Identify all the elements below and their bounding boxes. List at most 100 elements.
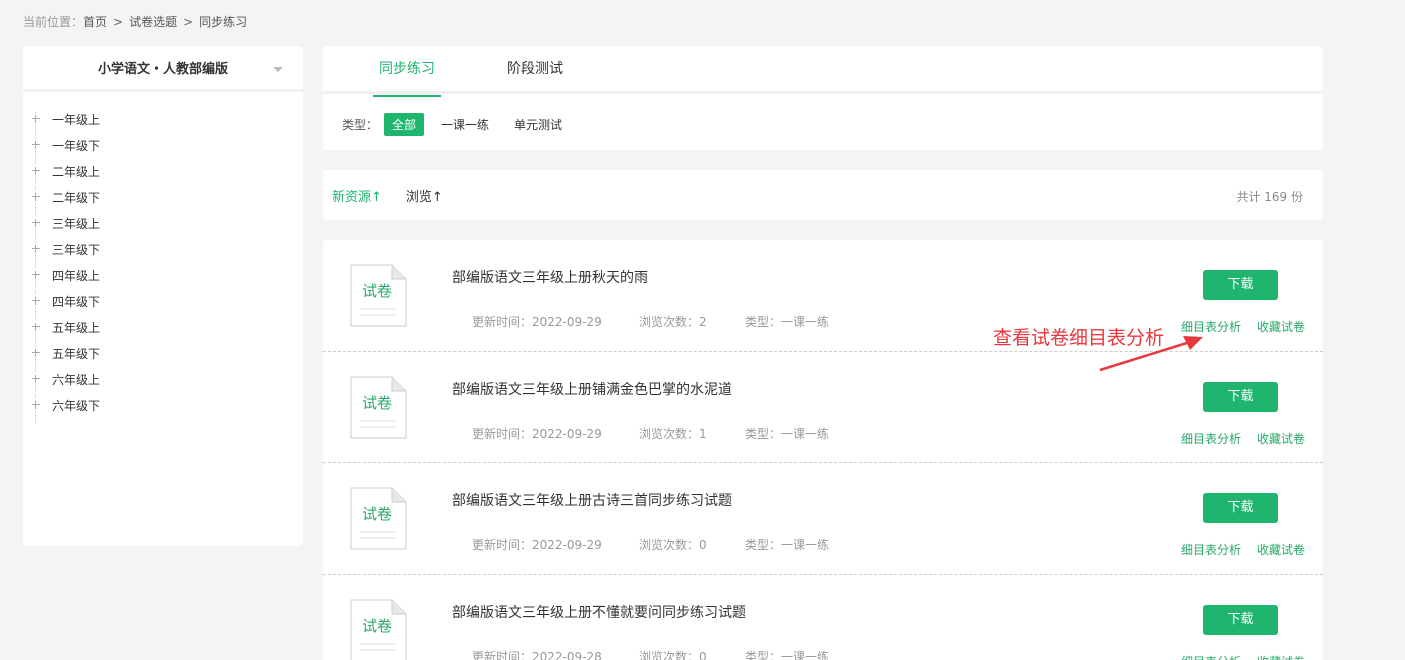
filter-label: 类型： bbox=[342, 118, 379, 132]
annotation-arrow-icon bbox=[1099, 336, 1203, 372]
paper-title-link[interactable]: 部编版语文三年级上册铺满金色巴掌的水泥道 bbox=[452, 379, 732, 399]
grade-label: 四年级上 bbox=[52, 268, 101, 283]
expand-plus-icon[interactable] bbox=[30, 243, 42, 255]
filter-lesson-practice[interactable]: 一课一练 bbox=[433, 113, 497, 136]
download-button[interactable]: 下载 bbox=[1203, 604, 1278, 635]
tab-stage-test[interactable]: 阶段测试 bbox=[501, 46, 569, 94]
grade-label: 二年级上 bbox=[52, 164, 101, 179]
favorite-link[interactable]: 收藏试卷 bbox=[1257, 653, 1305, 660]
grade-label: 三年级上 bbox=[52, 216, 101, 231]
tab-bar: 同步练习 阶段测试 bbox=[323, 46, 1323, 97]
expand-plus-icon[interactable] bbox=[30, 217, 42, 229]
breadcrumb-separator: > bbox=[183, 15, 194, 29]
expand-plus-icon[interactable] bbox=[30, 321, 42, 333]
document-icon: 试卷 bbox=[350, 487, 407, 550]
document-icon-label: 试卷 bbox=[361, 616, 392, 635]
view-count: 浏览次数：2 bbox=[639, 315, 707, 329]
paper-type: 类型：一课一练 bbox=[745, 315, 830, 329]
expand-plus-icon[interactable] bbox=[30, 295, 42, 307]
breadcrumb-separator: > bbox=[113, 15, 124, 29]
grade-label: 四年级下 bbox=[52, 294, 101, 309]
expand-plus-icon[interactable] bbox=[30, 191, 42, 203]
document-icon-label: 试卷 bbox=[361, 393, 392, 412]
list-item: 试卷 部编版语文三年级上册不懂就要问同步练习试题更新时间：2022-09-28 浏览… bbox=[323, 575, 1323, 660]
grade-item[interactable]: 六年级上 bbox=[23, 366, 303, 392]
total-count: 共计 169 份 bbox=[1236, 190, 1303, 204]
updated-time: 更新时间：2022-09-28 bbox=[472, 649, 602, 660]
grade-item[interactable]: 一年级上 bbox=[23, 106, 303, 132]
expand-plus-icon[interactable] bbox=[30, 139, 42, 151]
expand-plus-icon[interactable] bbox=[30, 373, 42, 385]
subject-selector[interactable]: 小学语文・人教部编版 bbox=[23, 46, 303, 92]
expand-plus-icon[interactable] bbox=[30, 269, 42, 281]
download-button[interactable]: 下载 bbox=[1203, 381, 1278, 412]
download-button[interactable]: 下载 bbox=[1203, 270, 1278, 300]
breadcrumb-label: 当前位置： bbox=[23, 15, 84, 29]
grade-label: 一年级下 bbox=[52, 138, 101, 153]
document-icon: 试卷 bbox=[350, 264, 407, 327]
sort-browse-button[interactable]: 浏览↑ bbox=[406, 186, 443, 205]
paper-list: 试卷 部编版语文三年级上册秋天的雨更新时间：2022-09-29 浏览次数：2 类型：… bbox=[323, 240, 1323, 660]
analysis-link[interactable]: 细目表分析 bbox=[1181, 653, 1241, 660]
breadcrumb-exam-link[interactable]: 试卷选题 bbox=[129, 15, 177, 29]
grade-label: 五年级上 bbox=[52, 320, 101, 335]
view-count: 浏览次数：1 bbox=[639, 426, 707, 441]
grade-label: 三年级下 bbox=[52, 242, 101, 257]
paper-type: 类型：一课一练 bbox=[745, 538, 830, 552]
paper-title-link[interactable]: 部编版语文三年级上册古诗三首同步练习试题 bbox=[452, 490, 732, 510]
sort-new-button[interactable]: 新资源↑ bbox=[332, 186, 382, 205]
grade-item[interactable]: 一年级下 bbox=[23, 132, 303, 158]
updated-time: 更新时间：2022-09-29 bbox=[472, 426, 602, 441]
grade-label: 六年级下 bbox=[52, 398, 101, 413]
paper-type: 类型：一课一练 bbox=[745, 426, 830, 441]
analysis-link[interactable]: 细目表分析 bbox=[1181, 430, 1241, 447]
grade-item[interactable]: 三年级下 bbox=[23, 236, 303, 262]
grade-label: 一年级上 bbox=[52, 112, 101, 127]
download-button[interactable]: 下载 bbox=[1203, 493, 1278, 523]
updated-time: 更新时间：2022-09-29 bbox=[472, 315, 602, 329]
document-icon: 试卷 bbox=[350, 599, 407, 660]
paper-type: 类型：一课一练 bbox=[745, 649, 830, 660]
grade-item[interactable]: 五年级下 bbox=[23, 340, 303, 366]
tab-sync-practice[interactable]: 同步练习 bbox=[373, 46, 441, 97]
favorite-link[interactable]: 收藏试卷 bbox=[1257, 430, 1305, 447]
subject-title: 小学语文・人教部编版 bbox=[97, 62, 228, 77]
grade-label: 二年级下 bbox=[52, 190, 101, 205]
expand-plus-icon[interactable] bbox=[30, 113, 42, 125]
document-icon-label: 试卷 bbox=[361, 282, 392, 300]
grade-label: 六年级上 bbox=[52, 372, 101, 387]
filter-unit-test[interactable]: 单元测试 bbox=[506, 113, 570, 136]
analysis-link[interactable]: 细目表分析 bbox=[1181, 541, 1241, 558]
grade-item[interactable]: 五年级上 bbox=[23, 314, 303, 340]
paper-title-link[interactable]: 部编版语文三年级上册秋天的雨 bbox=[452, 267, 648, 287]
updated-time: 更新时间：2022-09-29 bbox=[472, 538, 602, 552]
sort-bar: 新资源↑ 浏览↑ 共计 169 份 bbox=[323, 170, 1323, 220]
favorite-link[interactable]: 收藏试卷 bbox=[1257, 318, 1305, 335]
view-count: 浏览次数：0 bbox=[639, 538, 707, 552]
grade-label: 五年级下 bbox=[52, 346, 101, 361]
grade-item[interactable]: 四年级上 bbox=[23, 262, 303, 288]
breadcrumb: 当前位置：首页 > 试卷选题 > 同步练习 bbox=[23, 13, 247, 30]
grade-item[interactable]: 二年级下 bbox=[23, 184, 303, 210]
favorite-link[interactable]: 收藏试卷 bbox=[1257, 541, 1305, 558]
expand-plus-icon[interactable] bbox=[30, 399, 42, 411]
view-count: 浏览次数：0 bbox=[639, 649, 707, 660]
paper-title-link[interactable]: 部编版语文三年级上册不懂就要问同步练习试题 bbox=[452, 602, 746, 622]
breadcrumb-current: 同步练习 bbox=[199, 15, 248, 29]
expand-plus-icon[interactable] bbox=[30, 165, 42, 177]
document-icon-label: 试卷 bbox=[361, 505, 392, 523]
grade-item[interactable]: 六年级下 bbox=[23, 392, 303, 418]
list-item: 试卷 部编版语文三年级上册古诗三首同步练习试题更新时间：2022-09-29 浏览次… bbox=[323, 463, 1323, 575]
breadcrumb-home-link[interactable]: 首页 bbox=[83, 15, 107, 29]
filter-all[interactable]: 全部 bbox=[384, 113, 425, 136]
expand-plus-icon[interactable] bbox=[30, 347, 42, 359]
grade-tree: 一年级上一年级下二年级上二年级下三年级上三年级下四年级上四年级下五年级上五年级下… bbox=[23, 92, 303, 424]
chevron-down-icon[interactable] bbox=[273, 67, 283, 72]
tabs-panel: 同步练习 阶段测试 类型： 全部 一课一练 单元测试 bbox=[323, 46, 1323, 150]
grade-item[interactable]: 四年级下 bbox=[23, 288, 303, 314]
grade-item[interactable]: 二年级上 bbox=[23, 158, 303, 184]
grade-item[interactable]: 三年级上 bbox=[23, 210, 303, 236]
sidebar: 小学语文・人教部编版 一年级上一年级下二年级上二年级下三年级上三年级下四年级上四… bbox=[23, 46, 303, 546]
type-filter: 类型： 全部 一课一练 单元测试 bbox=[323, 94, 1323, 136]
document-icon: 试卷 bbox=[350, 376, 407, 438]
